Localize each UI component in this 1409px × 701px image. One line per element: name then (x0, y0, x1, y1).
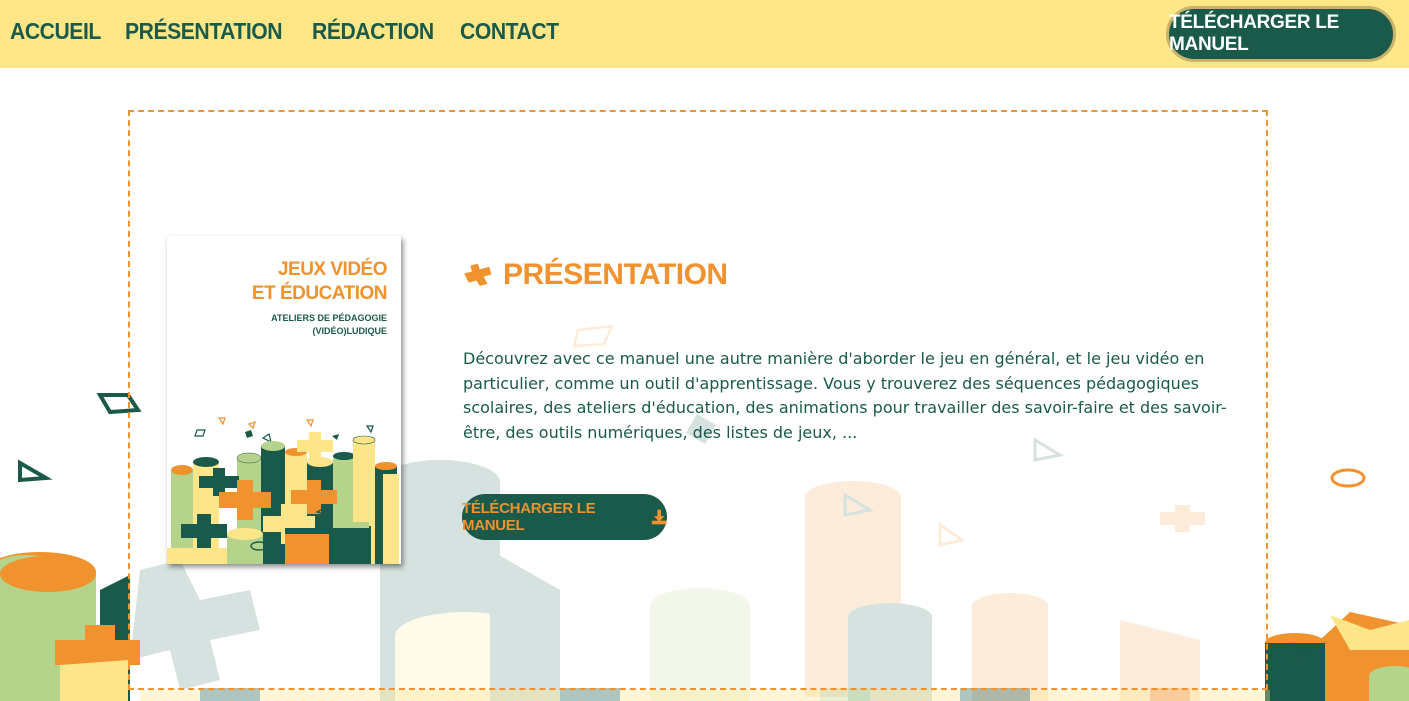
nav-link-redaction[interactable]: RÉDACTION (312, 18, 434, 45)
header-download-button[interactable]: TÉLÉCHARGER LE MANUEL (1166, 6, 1396, 62)
main-navigation: ACCUEIL PRÉSENTATION RÉDACTION CONTACT (10, 18, 567, 45)
book-cover-title: JEUX VIDÉO ET ÉDUCATION (251, 258, 388, 306)
book-cover-image: JEUX VIDÉO ET ÉDUCATION ATELIERS DE PÉDA… (167, 236, 401, 564)
nav-link-presentation[interactable]: PRÉSENTATION (125, 18, 283, 45)
nav-link-accueil[interactable]: ACCUEIL (10, 18, 101, 45)
section-heading: PRÉSENTATION (463, 258, 728, 292)
download-button-label: TÉLÉCHARGER LE MANUEL (462, 500, 596, 534)
book-subtitle-line1: ATELIERS DE PÉDAGOGIE (271, 313, 387, 323)
book-subtitle-line2: (VIDÉO)LUDIQUE (312, 326, 387, 336)
book-cover-illustration (167, 417, 399, 564)
download-icon (651, 509, 667, 525)
section-description: Découvrez avec ce manuel une autre maniè… (463, 349, 1227, 442)
book-title-line2: ET ÉDUCATION (251, 283, 388, 304)
book-cover-subtitle: ATELIERS DE PÉDAGOGIE (VIDÉO)LUDIQUE (271, 312, 387, 338)
book-title-line1: JEUX VIDÉO (277, 259, 388, 280)
top-navigation-bar: ACCUEIL PRÉSENTATION RÉDACTION CONTACT T… (0, 0, 1409, 68)
download-manual-button[interactable]: TÉLÉCHARGER LE MANUEL (462, 494, 667, 540)
section-title: PRÉSENTATION (503, 258, 728, 291)
plus-cross-icon (464, 263, 492, 286)
nav-link-contact[interactable]: CONTACT (460, 18, 559, 45)
